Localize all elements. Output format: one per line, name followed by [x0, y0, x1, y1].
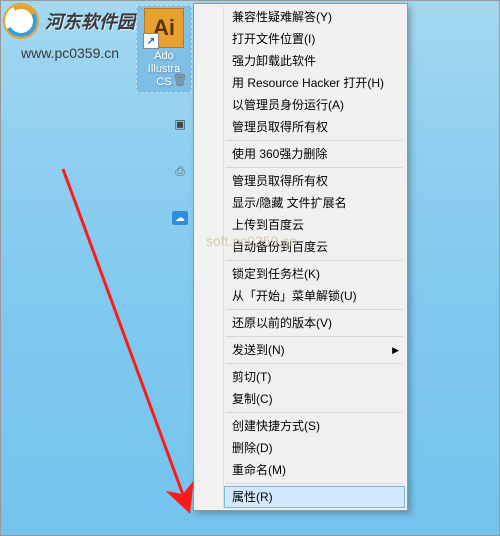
menu-separator	[226, 483, 403, 484]
menu-item-label: 重命名(M)	[232, 463, 286, 477]
context-menu-item[interactable]: 显示/隐藏 文件扩展名	[224, 192, 405, 214]
menu-item-label: 还原以前的版本(V)	[232, 316, 332, 330]
context-menu-item[interactable]: 兼容性疑难解答(Y)	[224, 6, 405, 28]
context-menu-item[interactable]: 以管理员身份运行(A)	[224, 94, 405, 116]
context-menu-item[interactable]: 锁定到任务栏(K)	[224, 263, 405, 285]
label-line: Ado	[139, 50, 189, 63]
site-logo-text: 河东软件园	[45, 8, 135, 34]
menu-separator	[226, 363, 403, 364]
menu-item-label: 管理员取得所有权	[232, 174, 328, 188]
menu-item-label: 用 Resource Hacker 打开(H)	[232, 76, 384, 90]
context-menu-item[interactable]: 删除(D)	[224, 437, 405, 459]
context-menu-gutter: 🗑 ▣ ⎙ ☁	[196, 6, 224, 508]
menu-item-label: 锁定到任务栏(K)	[232, 267, 320, 281]
context-menu-item[interactable]: 自动备份到百度云	[224, 236, 405, 258]
menu-separator	[226, 167, 403, 168]
context-menu-item[interactable]: 创建快捷方式(S)	[224, 415, 405, 437]
menu-item-label: 管理员取得所有权	[232, 120, 328, 134]
context-menu-item[interactable]: 发送到(N) ▶	[224, 339, 405, 361]
menu-item-label: 属性(R)	[232, 490, 273, 504]
context-menu-item[interactable]: 用 Resource Hacker 打开(H)	[224, 72, 405, 94]
menu-separator	[226, 412, 403, 413]
context-menu-item[interactable]: 使用 360强力删除	[224, 143, 405, 165]
context-menu-item[interactable]: 剪切(T)	[224, 366, 405, 388]
menu-item-label: 打开文件位置(I)	[232, 32, 315, 46]
menu-item-label: 兼容性疑难解答(Y)	[232, 10, 332, 24]
menu-item-label: 使用 360强力删除	[232, 147, 327, 161]
menu-item-label: 复制(C)	[232, 392, 273, 406]
menu-item-label: 上传到百度云	[232, 218, 304, 232]
submenu-arrow-icon: ▶	[392, 343, 399, 357]
menu-item-label: 删除(D)	[232, 441, 273, 455]
menu-separator	[226, 140, 403, 141]
printer-icon: ⎙	[172, 163, 188, 179]
site-logo-icon	[3, 3, 39, 39]
context-menu-item[interactable]: 管理员取得所有权	[224, 116, 405, 138]
context-menu-item[interactable]: 上传到百度云	[224, 214, 405, 236]
menu-item-label: 剪切(T)	[232, 370, 271, 384]
menu-separator	[226, 309, 403, 310]
context-menu-item[interactable]: 强力卸载此软件	[224, 50, 405, 72]
menu-item-label: 自动备份到百度云	[232, 240, 328, 254]
terminal-icon: ▣	[172, 116, 188, 132]
menu-separator	[226, 336, 403, 337]
context-menu-item[interactable]: 重命名(M)	[224, 459, 405, 481]
cloud-icon: ☁	[172, 211, 188, 225]
menu-item-label: 创建快捷方式(S)	[232, 419, 320, 433]
menu-item-label: 发送到(N)	[232, 343, 285, 357]
menu-item-label: 显示/隐藏 文件扩展名	[232, 196, 347, 210]
context-menu-item[interactable]: 打开文件位置(I)	[224, 28, 405, 50]
context-menu: 🗑 ▣ ⎙ ☁ 兼容性疑难解答(Y) 打开文件位置(I) 强力卸载此软件用 Reso…	[193, 3, 408, 511]
menu-item-label: 强力卸载此软件	[232, 54, 316, 68]
site-url: www.pc0359.cn	[21, 45, 119, 61]
menu-item-label: 从「开始」菜单解锁(U)	[232, 289, 357, 303]
context-menu-item[interactable]: 管理员取得所有权	[224, 170, 405, 192]
branding-logo-area: 河东软件园	[3, 3, 135, 39]
context-menu-item[interactable]: 还原以前的版本(V)	[224, 312, 405, 334]
app-icon-illustrator: Ai	[144, 8, 184, 48]
context-menu-item[interactable]: 从「开始」菜单解锁(U)	[224, 285, 405, 307]
menu-item-label: 以管理员身份运行(A)	[232, 98, 344, 112]
trash-icon: 🗑	[172, 72, 188, 88]
desktop: 河东软件园 www.pc0359.cn Ai Ado Illustra CS 🗑…	[1, 1, 499, 535]
context-menu-item[interactable]: 属性(R)	[224, 486, 405, 508]
context-menu-item[interactable]: 复制(C)	[224, 388, 405, 410]
menu-separator	[226, 260, 403, 261]
